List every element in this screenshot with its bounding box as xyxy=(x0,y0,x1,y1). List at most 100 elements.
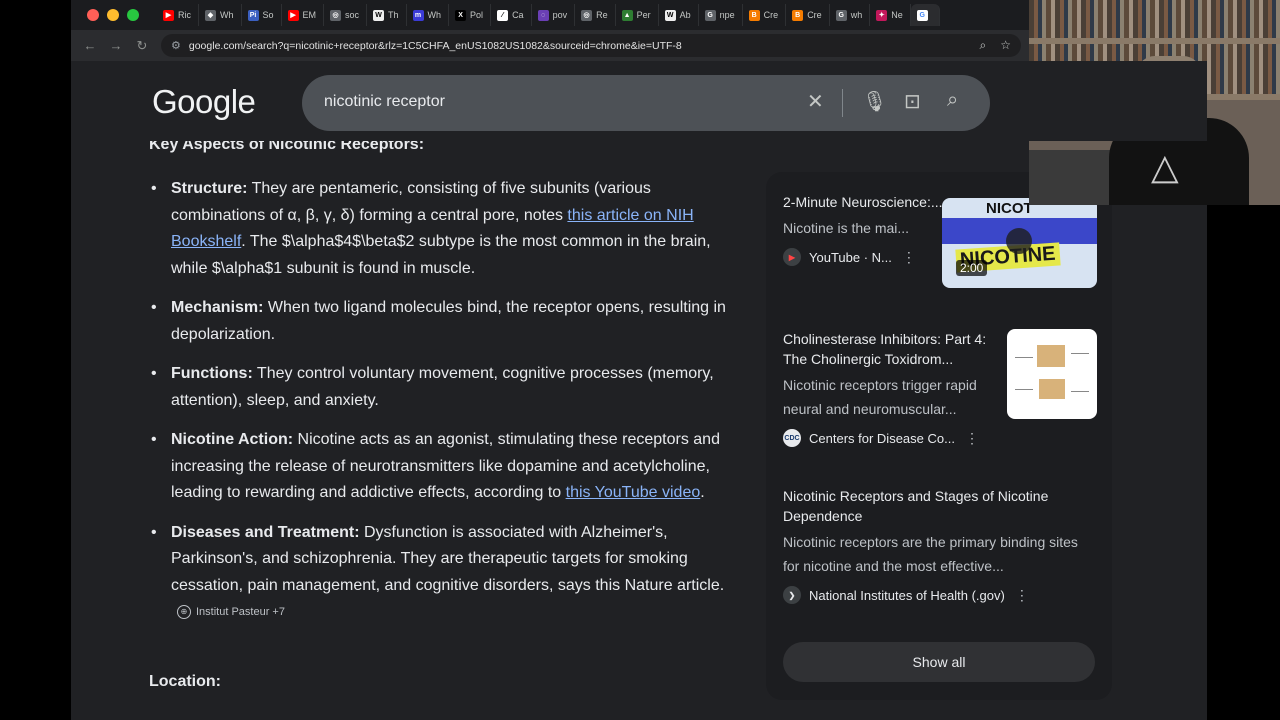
list-item: Mechanism: When two ligand molecules bin… xyxy=(149,295,729,348)
list-item: Diseases and Treatment: Dysfunction is a… xyxy=(149,520,729,626)
tab-label: Ne xyxy=(891,10,903,20)
link-icon: ⊕ xyxy=(177,605,191,620)
browser-tab[interactable]: W Ab xyxy=(659,4,699,26)
bookshelf xyxy=(1029,0,1280,38)
source-title[interactable]: Nicotinic Receptors and Stages of Nicoti… xyxy=(783,486,1083,526)
back-button[interactable]: ← xyxy=(77,38,103,53)
shield-icon: ◆ xyxy=(205,9,216,21)
browser-tab[interactable]: Gnpe xyxy=(699,4,743,26)
browser-tab[interactable]: ✦ Ne xyxy=(870,4,911,26)
site-info-icon[interactable]: ⚙ xyxy=(171,39,181,52)
thumbnail-line xyxy=(1015,357,1033,358)
reload-button[interactable]: ↻ xyxy=(129,38,155,54)
tab-label: Th xyxy=(388,10,399,20)
source-title[interactable]: Cholinesterase Inhibitors: Part 4: The C… xyxy=(783,329,999,369)
tab-label: Cre xyxy=(763,10,779,20)
bookmark-star-icon[interactable]: ☆ xyxy=(1000,38,1011,53)
tab-label: Ric xyxy=(178,10,191,20)
youtube-video-link[interactable]: this YouTube video xyxy=(566,484,701,501)
tab-label: EM xyxy=(302,10,317,20)
tab-label: Wh xyxy=(220,10,234,20)
more-options-icon[interactable]: ⋮ xyxy=(1015,587,1029,604)
sources-panel: 2-Minute Neuroscience:... Nicotine is th… xyxy=(766,172,1112,700)
more-options-icon[interactable]: ⋮ xyxy=(902,249,916,266)
lens-icon[interactable]: ⊡ xyxy=(904,89,921,114)
search-box[interactable]: nicotinic receptor ✕ 🎙 ⊡ ⌕ xyxy=(302,75,990,131)
overview-list: Structure: They are pentameric, consisti… xyxy=(149,176,729,639)
browser-tab[interactable]: W Th xyxy=(367,4,407,26)
item-text: They control voluntary movement, cogniti… xyxy=(171,365,714,409)
microphone-icon[interactable]: 🎙 xyxy=(862,89,887,114)
search-input[interactable]: nicotinic receptor xyxy=(324,93,445,111)
browser-tab[interactable]: Pi So xyxy=(242,4,282,26)
browser-tab[interactable]: ▶ Ric xyxy=(157,4,199,26)
google-icon: G xyxy=(916,9,928,21)
address-url[interactable]: google.com/search?q=nicotinic+receptor&r… xyxy=(189,40,682,52)
browser-tab[interactable]: ⁄ Ca xyxy=(491,4,532,26)
source-card[interactable]: Nicotinic Receptors and Stages of Nicoti… xyxy=(783,486,1097,604)
browser-tab[interactable]: B Cre xyxy=(786,4,830,26)
minimize-window-button[interactable] xyxy=(107,9,119,21)
m-icon: m xyxy=(412,9,424,21)
search-icon: ◎ xyxy=(330,9,342,21)
show-all-button[interactable]: Show all xyxy=(783,642,1095,682)
tab-label: pov xyxy=(552,10,568,20)
maximize-window-button[interactable] xyxy=(127,9,139,21)
search-divider xyxy=(842,89,843,117)
browser-tab[interactable]: ▲ Per xyxy=(616,4,659,26)
tab-label: So xyxy=(262,10,274,20)
thumbnail-figure xyxy=(1037,345,1065,367)
nih-icon: ❯ xyxy=(783,586,801,604)
lock-icon: ▲ xyxy=(621,9,633,21)
tab-label: soc xyxy=(345,10,360,20)
google-icon: G xyxy=(835,9,847,21)
browser-tab[interactable]: ◌ pov xyxy=(532,4,576,26)
zoom-icon[interactable]: ⌕ xyxy=(980,38,987,53)
source-snippet: Nicotinic receptors trigger rapid neural… xyxy=(783,377,977,417)
browser-tab[interactable]: X Pol xyxy=(449,4,492,26)
tabs: ▶ Ric ◆ Wh Pi So ▶ EM ◎ soc W Th m Wh X Pol ⁄ Ca ◌ pov ◎ Re ▲ P… xyxy=(157,4,1117,26)
browser-tab[interactable]: ▶ EM xyxy=(282,4,325,26)
item-title: Functions: xyxy=(171,365,253,382)
youtube-icon: ▶ xyxy=(783,248,801,266)
video-thumbnail[interactable]: NICOT NICOTINE 2:00 xyxy=(942,198,1097,288)
browser-tab[interactable]: ◎ soc xyxy=(324,4,368,26)
tab-label: wh xyxy=(850,10,863,20)
more-options-icon[interactable]: ⋮ xyxy=(965,430,979,447)
youtube-icon: ▶ xyxy=(163,9,174,21)
item-title: Mechanism: xyxy=(171,299,264,316)
browser-tab[interactable]: m Wh xyxy=(407,4,450,26)
browser-tab[interactable]: ◎ Re xyxy=(575,4,616,26)
browser-window: ▶ Ric ◆ Wh Pi So ▶ EM ◎ soc W Th m Wh X Pol ⁄ Ca ◌ pov ◎ Re ▲ P… xyxy=(71,0,1207,720)
x-icon: X xyxy=(455,9,467,21)
forward-button[interactable]: → xyxy=(103,38,129,53)
source-card[interactable]: Cholinesterase Inhibitors: Part 4: The C… xyxy=(783,329,1097,447)
source-chip[interactable]: ⊕ Institut Pasteur +7 xyxy=(177,599,285,626)
blogger-icon: B xyxy=(792,9,804,21)
doc-icon: ⁄ xyxy=(497,9,509,21)
tab-label: Ca xyxy=(512,10,524,20)
source-chip-label: Institut Pasteur +7 xyxy=(196,606,285,618)
close-window-button[interactable] xyxy=(87,9,99,21)
list-item: Structure: They are pentameric, consisti… xyxy=(149,176,729,282)
browser-tab[interactable]: Gwh xyxy=(830,4,871,26)
location-heading: Location: xyxy=(149,673,221,690)
source-snippet: Nicotinic receptors are the primary bind… xyxy=(783,534,1078,574)
item-text: . xyxy=(700,484,705,501)
star-icon: ✦ xyxy=(876,9,888,21)
item-title: Structure: xyxy=(171,180,248,197)
tab-label: Ab xyxy=(679,10,691,20)
browser-tab[interactable]: ◆ Wh xyxy=(199,4,242,26)
blogger-icon: B xyxy=(748,9,760,21)
address-bar[interactable]: ⚙ google.com/search?q=nicotinic+receptor… xyxy=(161,34,1021,57)
google-header: Google nicotinic receptor ✕ 🎙 ⊡ ⌕ xyxy=(71,61,1207,141)
tab-label: Per xyxy=(636,10,651,20)
browser-tab[interactable]: B Cre xyxy=(743,4,787,26)
google-logo[interactable]: Google xyxy=(152,83,256,121)
active-tab[interactable]: G xyxy=(910,4,940,26)
shirt-logo: △ xyxy=(1151,146,1179,187)
article-thumbnail[interactable] xyxy=(1007,329,1097,419)
wikipedia-icon: W xyxy=(373,9,385,21)
clear-icon[interactable]: ✕ xyxy=(807,89,824,114)
search-icon[interactable]: ⌕ xyxy=(947,89,958,112)
